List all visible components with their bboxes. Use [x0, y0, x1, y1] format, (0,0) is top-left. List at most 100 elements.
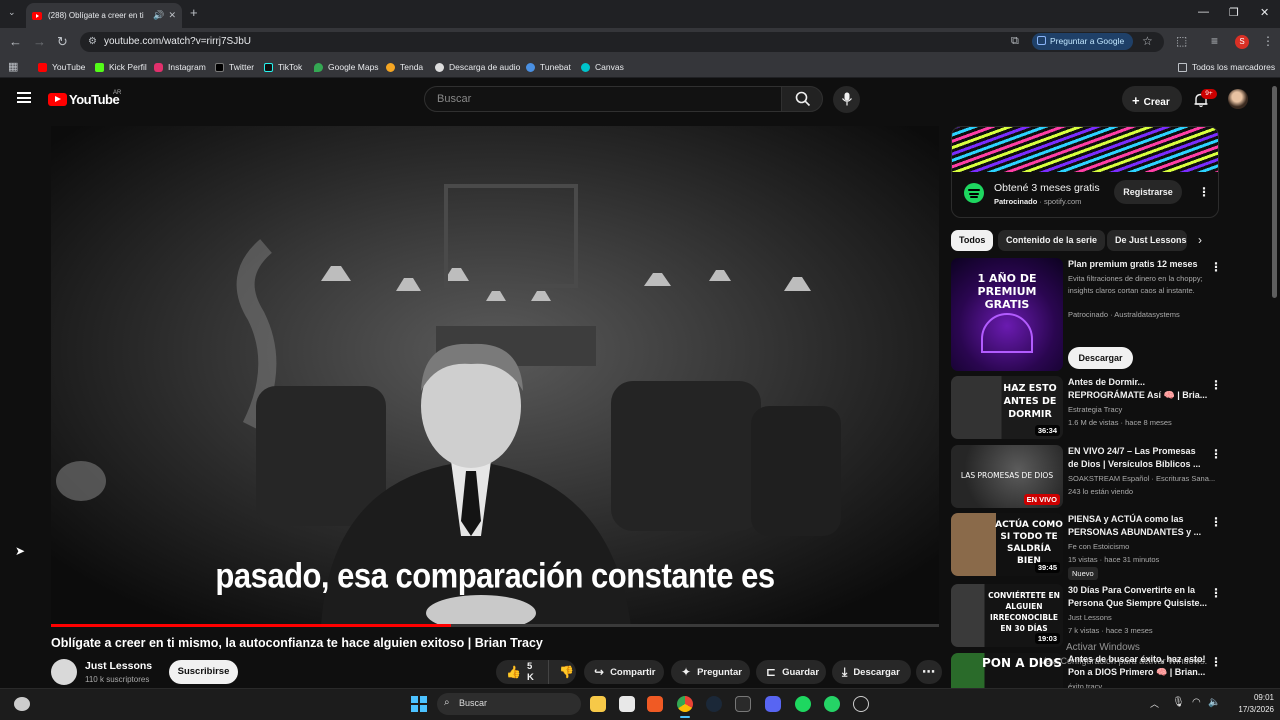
- apps-grid-icon[interactable]: ▦: [8, 60, 18, 73]
- rec-title[interactable]: Antes de Dormir... REPROGRÁMATE Así 🧠 | …: [1068, 376, 1208, 402]
- url-text[interactable]: youtube.com/watch?v=rirrj7SJbU: [104, 36, 251, 47]
- share-button[interactable]: ↪ Compartir: [584, 660, 664, 684]
- rec-more-icon[interactable]: ⋮: [1210, 447, 1222, 461]
- rec-title[interactable]: 30 Días Para Convertirte en la Persona Q…: [1068, 584, 1208, 610]
- bookmark-instagram[interactable]: Instagram: [154, 62, 206, 72]
- dislike-button[interactable]: 👎: [548, 660, 576, 684]
- rec-title[interactable]: EN VIVO 24/7 – Las Promesas de Dios | Ve…: [1068, 445, 1208, 471]
- ask-google-button[interactable]: Preguntar a Google: [1032, 33, 1133, 50]
- discord-icon[interactable]: [765, 696, 781, 712]
- media-controls-icon[interactable]: ≡: [1211, 34, 1218, 48]
- chrome-icon[interactable]: [677, 696, 693, 712]
- forward-icon[interactable]: →: [33, 34, 46, 49]
- chips-next-icon[interactable]: ›: [1198, 233, 1202, 247]
- save-button[interactable]: ⊏ Guardar: [756, 660, 826, 684]
- widgets-icon[interactable]: [14, 697, 30, 711]
- rec-more-icon[interactable]: ⋮: [1210, 586, 1222, 600]
- brave-icon[interactable]: [647, 696, 663, 712]
- search-button[interactable]: [781, 86, 823, 112]
- clock-date[interactable]: 17/3/2026: [1220, 705, 1274, 714]
- tray-mic-icon[interactable]: 🎙: [1172, 697, 1185, 708]
- taskbar-search[interactable]: Buscar: [437, 693, 581, 715]
- bookmark-canvas[interactable]: Canvas: [581, 62, 624, 72]
- tab-title: (288) Oblígate a creer en ti: [48, 11, 144, 20]
- close-window-icon[interactable]: ✕: [1260, 6, 1269, 19]
- app-icon[interactable]: [853, 696, 869, 712]
- bookmark-google-maps[interactable]: Google Maps: [314, 62, 379, 72]
- rec-more-icon[interactable]: ⋮: [1210, 655, 1222, 669]
- bookmark-tiktok[interactable]: TikTok: [264, 62, 302, 72]
- rec-title[interactable]: PIENSA y ACTÚA como las PERSONAS ABUNDAN…: [1068, 513, 1208, 539]
- tray-expand-icon[interactable]: ︿: [1150, 697, 1159, 710]
- bookmark-audio-download[interactable]: Descarga de audio: [435, 62, 520, 72]
- subscriber-count: 110 k suscriptores: [85, 675, 150, 684]
- bookmark-tunebat[interactable]: Tunebat: [526, 62, 571, 72]
- rec-more-icon[interactable]: ⋮: [1210, 515, 1222, 529]
- download-button[interactable]: ⤓ Descargar: [832, 660, 911, 684]
- bookmark-tenda[interactable]: Tenda: [386, 62, 423, 72]
- ask-button[interactable]: ✦ Preguntar: [671, 660, 750, 684]
- close-tab-icon[interactable]: ✕: [168, 10, 176, 21]
- search-input[interactable]: Buscar: [424, 86, 782, 112]
- tab-search-icon[interactable]: ⌄: [8, 7, 16, 18]
- steam-icon[interactable]: [706, 696, 722, 712]
- page-scrollbar[interactable]: [1272, 86, 1277, 298]
- speaker-icon[interactable]: 🔊: [153, 10, 164, 21]
- minimize-icon[interactable]: —: [1198, 6, 1209, 18]
- reload-icon[interactable]: ↻: [57, 34, 68, 50]
- channel-avatar[interactable]: [51, 659, 77, 685]
- spotify-taskbar-icon[interactable]: [795, 696, 811, 712]
- windows-start-icon[interactable]: [411, 696, 427, 712]
- restore-icon[interactable]: ❐: [1229, 6, 1239, 19]
- rec-thumbnail[interactable]: 1 AÑO DE PREMIUM GRATIS: [951, 258, 1063, 371]
- youtube-logo-icon[interactable]: [48, 93, 67, 106]
- register-button[interactable]: Registrarse: [1114, 180, 1182, 204]
- rec-download-button[interactable]: Descargar: [1068, 347, 1133, 369]
- file-explorer-icon[interactable]: [590, 696, 606, 712]
- bookmark-kick[interactable]: Kick Perfil: [95, 62, 147, 72]
- wifi-icon[interactable]: ◠: [1192, 697, 1201, 708]
- video-player[interactable]: pasado, esa comparación constante es: [51, 126, 939, 626]
- sponsored-ad-card[interactable]: [951, 126, 1219, 218]
- chip-series-content[interactable]: Contenido de la serie: [998, 230, 1106, 251]
- rec-more-icon[interactable]: ⋮: [1210, 260, 1222, 274]
- chip-from-channel[interactable]: De Just Lessons: [1107, 230, 1187, 251]
- voice-search-button[interactable]: [833, 86, 860, 113]
- chrome-menu-icon[interactable]: ⋮: [1262, 34, 1274, 48]
- rec-thumbnail[interactable]: HAZ ESTO ANTES DE DORMIR 36:34: [951, 376, 1063, 439]
- store-icon[interactable]: [619, 696, 635, 712]
- like-button[interactable]: 👍 5 K: [496, 660, 548, 684]
- rec-thumbnail[interactable]: LAS PROMESAS DE DIOS EN VIVO: [951, 445, 1063, 508]
- create-button[interactable]: + Crear: [1122, 86, 1182, 112]
- volume-icon[interactable]: 🔈: [1208, 697, 1220, 708]
- browser-tab[interactable]: (288) Oblígate a creer en ti 🔊 ✕: [26, 3, 182, 28]
- rec-thumbnail[interactable]: CONVIÉRTETE EN ALGUIEN IRRECONOCIBLE EN …: [951, 584, 1063, 647]
- account-avatar[interactable]: [1228, 89, 1248, 109]
- more-actions-button[interactable]: ⋯: [916, 660, 942, 684]
- ad-domain: spotify.com: [1044, 197, 1082, 206]
- bookmark-star-icon[interactable]: ☆: [1142, 34, 1153, 48]
- hamburger-menu-icon[interactable]: [17, 92, 31, 103]
- whatsapp-icon[interactable]: [824, 696, 840, 712]
- ad-more-icon[interactable]: ⋮: [1198, 185, 1210, 199]
- rec-thumbnail[interactable]: ACTÚA COMO SI TODO TE SALDRÍA BIEN 39:45: [951, 513, 1063, 576]
- new-tab-icon[interactable]: +: [190, 5, 198, 20]
- profile-avatar[interactable]: S: [1235, 35, 1249, 49]
- back-icon[interactable]: ←: [9, 34, 22, 49]
- bookmark-twitter[interactable]: Twitter: [215, 62, 254, 72]
- cast-icon[interactable]: ⧉: [1011, 35, 1019, 48]
- site-info-icon[interactable]: ⚙: [88, 36, 97, 47]
- video-duration: 39:45: [1034, 562, 1060, 573]
- clock-time[interactable]: 09:01: [1220, 693, 1274, 702]
- rec-title[interactable]: Plan premium gratis 12 meses: [1068, 258, 1208, 271]
- extensions-icon[interactable]: ⬚: [1176, 34, 1187, 48]
- subscribe-button[interactable]: Suscribirse: [169, 660, 238, 684]
- rec-more-icon[interactable]: ⋮: [1210, 378, 1222, 392]
- all-bookmarks-folder[interactable]: Todos los marcadores: [1178, 62, 1275, 72]
- bookmark-youtube[interactable]: YouTube: [38, 62, 85, 72]
- channel-name[interactable]: Just Lessons: [85, 660, 152, 672]
- youtube-logo-text[interactable]: YouTube: [69, 92, 120, 107]
- chip-all[interactable]: Todos: [951, 230, 994, 251]
- bookmark-label: Kick Perfil: [109, 62, 147, 72]
- epic-games-icon[interactable]: [735, 696, 751, 712]
